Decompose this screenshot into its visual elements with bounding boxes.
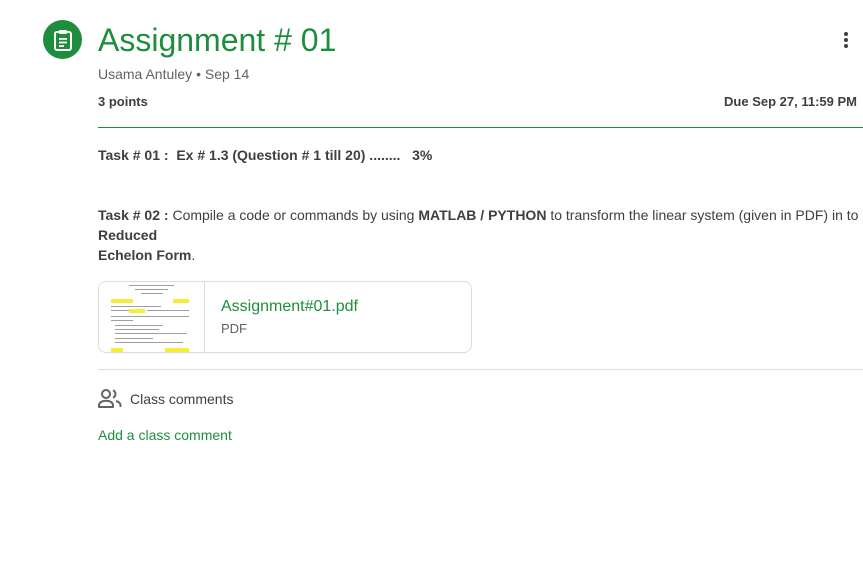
attachment-card[interactable]: Assignment#01.pdf PDF [98,281,472,353]
post-date: Sep 14 [204,66,250,82]
class-comments-header: Class comments [98,388,233,410]
attachment-info: Assignment#01.pdf PDF [205,282,358,352]
task-2-end: . [191,247,196,263]
post-meta: Usama Antuley • Sep 14 [98,66,249,82]
author-name: Usama Antuley [98,66,193,82]
task-2-tool: MATLAB / PYTHON [418,207,547,223]
task-2-description: Task # 02 : Compile a code or commands b… [98,205,863,265]
task-2-text-a: Compile a code or commands by using [172,207,415,223]
more-options-button[interactable] [834,28,858,52]
class-comments-label: Class comments [130,391,234,407]
task-2-target-b: Echelon Form [98,247,192,263]
page-title: Assignment # 01 [98,22,337,58]
attachment-type: PDF [221,321,247,336]
task-2-label: Task # 02 : [98,207,169,223]
comments-divider [98,369,863,370]
task-2-text-b: to transform the linear system (given in… [550,207,859,223]
assignment-icon [43,20,82,59]
header-divider [98,127,863,128]
task-1-label: Task # 01 : [98,147,169,163]
task-2-target-a: Reduced [98,227,158,243]
task-1-description: Task # 01 : Ex # 1.3 (Question # 1 till … [98,145,432,165]
points-label: 3 points [98,94,148,109]
task-1-weight: 3% [412,147,433,163]
attachment-thumbnail [99,282,205,352]
meta-separator: • [196,66,201,82]
more-vert-icon [844,32,848,48]
attachment-name[interactable]: Assignment#01.pdf [221,296,358,318]
add-class-comment-link[interactable]: Add a class comment [98,427,232,443]
assignment-page: Assignment # 01 Usama Antuley • Sep 14 3… [0,0,863,569]
task-1-text: Ex # 1.3 (Question # 1 till 20) ........ [176,147,401,163]
due-date: Due Sep 27, 11:59 PM [724,94,857,109]
people-icon [98,389,122,408]
